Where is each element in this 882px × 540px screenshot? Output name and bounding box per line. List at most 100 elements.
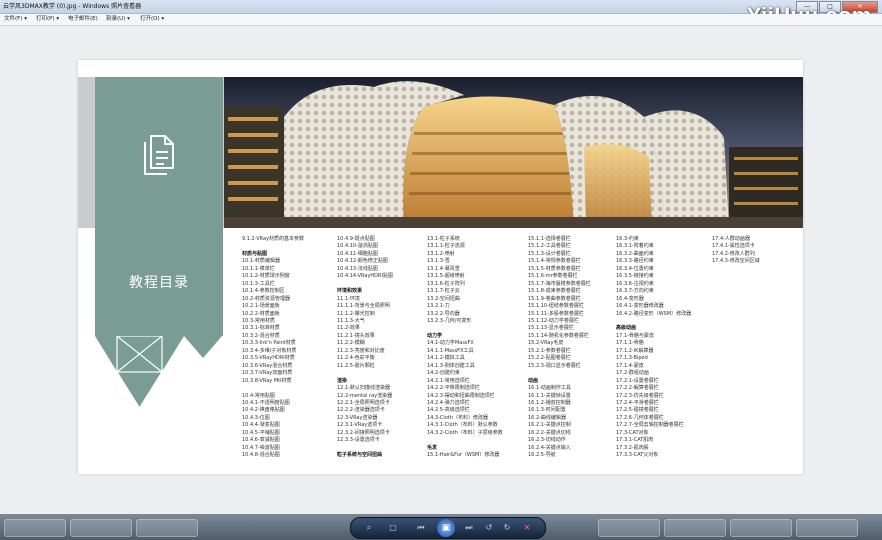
title-panel: 教程目录 xyxy=(95,77,223,336)
toc-entry: 16.4.1-变形器修改器 xyxy=(616,303,664,310)
menu-file[interactable]: 文件(F) ▾ xyxy=(4,14,27,25)
toc-entry: 15.1.8-成束参数卷展栏 xyxy=(528,288,581,295)
next-icon[interactable]: ⏭ xyxy=(463,522,475,534)
toc-entry: 10.4.10-漩涡贴图 xyxy=(337,243,378,250)
toc-entry: 10.2.1-场景面板 xyxy=(242,303,280,310)
toc-entry: 14.2.1-常用选项栏 xyxy=(427,377,470,384)
rotate-left-icon[interactable]: ↺ xyxy=(483,522,495,534)
toc-entry: 9.1.2-VRay材质的基本参数 xyxy=(242,236,305,242)
toc-entry: 17.4.3-修改空间区域 xyxy=(712,258,760,265)
menu-burn[interactable]: 刻录(U) ▾ xyxy=(106,14,130,25)
toc-entry: 15.2-VRay毛皮 xyxy=(528,340,564,347)
toc-section-heading: 高级动画 xyxy=(616,325,637,332)
menu-open[interactable]: 打开(O) ▾ xyxy=(140,14,164,25)
menu-email[interactable]: 电子邮件(E) xyxy=(68,14,98,25)
previous-icon[interactable]: ⏮ xyxy=(415,522,427,534)
toc-entry: 17.2.2-解算卷展栏 xyxy=(616,385,659,392)
taskbar-item[interactable] xyxy=(136,519,198,537)
toc-entry: 14.2.3-摆动和扭曲限制选项栏 xyxy=(427,392,495,399)
zoom-icon[interactable]: ⌕ xyxy=(363,522,375,534)
toc-entry: 17.2.7-全局剪辑控制器卷展栏 xyxy=(616,422,684,429)
toc-entry: 10.1.2-材质球示例窗 xyxy=(242,273,290,280)
toc-entry: 14.1.2-模拟工具 xyxy=(427,355,465,362)
toc-entry: 10.2.2-材质面板 xyxy=(242,310,280,317)
toc-entry: 16.2.1-关键点控制 xyxy=(528,422,571,429)
toc-entry: 15.1-Hair&Fur（WSM）修改器 xyxy=(427,452,500,459)
toc-entry: 13.2.3-几何/可变形 xyxy=(427,317,472,324)
toc-entry: 17.1.2-IK解算器 xyxy=(616,347,654,354)
toc-entry: 14.2-创建约束 xyxy=(427,370,460,377)
toc-entry: 13.1.1-粒子流源 xyxy=(427,243,465,250)
toc-entry: 13.2.2-导向器 xyxy=(427,310,460,317)
toc-entry: 13.1.5-超级喷射 xyxy=(427,273,465,280)
toc-entry: 11.1.1-背景与全局照明 xyxy=(337,303,390,310)
toc-entry: 14.3.2-Cloth（布料）子层级参数 xyxy=(427,429,503,436)
rotate-right-icon[interactable]: ↻ xyxy=(501,522,513,534)
slideshow-icon[interactable]: ▣ xyxy=(437,519,455,537)
toc-entry: 10.3.7-VRay双面材质 xyxy=(242,370,293,377)
actual-size-icon[interactable]: ▢ xyxy=(387,522,399,534)
toc-entry: 16.3.5-链接约束 xyxy=(616,273,654,280)
toc-entry: 14.1-动力学MassFX xyxy=(427,340,474,347)
taskbar-item[interactable] xyxy=(4,519,66,537)
toc-entry: 16.3.1-附着约束 xyxy=(616,243,654,250)
toc-spacer xyxy=(427,437,503,444)
toc-column: 9.1.2-VRay材质的基本参数 材质与贴图 10.1-材质编辑器 10.1.1-… xyxy=(242,236,304,460)
toc-entry: 10.3.1-标准材质 xyxy=(242,325,280,332)
taskbar-item[interactable] xyxy=(70,519,132,537)
toc-entry: 10.1.4-参数控制区 xyxy=(242,288,285,295)
toc-entry: 16.4-变形器 xyxy=(616,295,644,302)
toc-entry: 10.2-材质资源管理器 xyxy=(242,295,290,302)
toc-entry: 10.4.2-棋盘格贴图 xyxy=(242,407,285,414)
toc-entry: 15.2.2-贴图卷展栏 xyxy=(528,355,571,362)
toc-spacer xyxy=(427,325,503,332)
toc-entry: 17.3.3-CAT父对象 xyxy=(616,452,659,459)
window-title: 云学风3DMAX教学 (0).jpg - Windows 照片查看器 xyxy=(3,3,142,10)
menu-print[interactable]: 打印(P) ▾ xyxy=(36,14,59,25)
toc-entry: 11.2.2-模糊 xyxy=(337,340,365,347)
viewer-control-bar: ⌕ ▢ ⏮ ▣ ⏭ ↺ ↻ ✕ xyxy=(350,517,546,539)
toc-entry: 17.2.5-碰撞卷展栏 xyxy=(616,407,659,414)
taskbar-item[interactable] xyxy=(730,519,792,537)
toc-entry: 10.4.8-混合贴图 xyxy=(242,452,280,459)
toc-entry: 12.3.3-设置选项卡 xyxy=(337,437,380,444)
toc-entry: 17.1.1-骨骼 xyxy=(616,340,644,347)
toc-entry: 16.1.3-时间配置 xyxy=(528,407,566,414)
toc-section-heading: 粒子系统与空间扭曲 xyxy=(337,452,383,459)
taskbar-item[interactable] xyxy=(796,519,858,537)
toc-column: 17.4-人群动画器 17.4.1-属性选项卡 17.4.2-修改人群列 17.4.3… xyxy=(712,236,760,266)
toc-column: 13.1-粒子系统 13.1.1-粒子流源 13.1.2-喷射 13.1.3-雪 13.… xyxy=(427,236,503,460)
triangle-lattice-ornament xyxy=(95,336,184,408)
toc-entry: 17.3.1-CAT肌肉 xyxy=(616,437,654,444)
toc-entry: 12.2.2-渲染器选项卡 xyxy=(337,407,385,414)
toc-entry: 14.2.5-高级选项栏 xyxy=(427,407,470,414)
toc-entry: 10.4-常用贴图 xyxy=(242,392,275,399)
toc-entry: 15.2.3-视口显示卷展栏 xyxy=(528,362,581,369)
toc-entry: 15.1.6-mr参数卷展栏 xyxy=(528,273,578,280)
small-triangle-ornament xyxy=(184,336,222,358)
toc-entry: 11.2-效果 xyxy=(337,325,360,332)
toc-entry: 16.2.5-导航 xyxy=(528,452,556,459)
taskbar-item[interactable] xyxy=(598,519,660,537)
toc-entry: 13.1.7-粒子云 xyxy=(427,288,460,295)
toc-entry: 10.3.3-Ink'n Paint材质 xyxy=(242,340,296,347)
toc-entry: 11.1.2-曝光控制 xyxy=(337,310,375,317)
toc-entry: 15.1.11-多股参数卷展栏 xyxy=(528,310,584,317)
toc-entry: 10.4.6-衰减贴图 xyxy=(242,437,280,444)
toc-entry: 16.1-动画制作工具 xyxy=(528,385,571,392)
taskbar-item[interactable] xyxy=(664,519,726,537)
toc-entry: 15.1.2-工具卷展栏 xyxy=(528,243,571,250)
delete-icon[interactable]: ✕ xyxy=(521,522,533,534)
toc-column: 15.1.1-选择卷展栏 15.1.2-工具卷展栏 15.1.3-设计卷展栏 15.1… xyxy=(528,236,591,460)
toc-spacer xyxy=(242,385,304,392)
toc-entry: 16.1.1-关键帧设置 xyxy=(528,392,571,399)
toc-entry: 17.2.1-设置卷展栏 xyxy=(616,377,659,384)
hero-building-photo xyxy=(224,77,803,228)
toc-entry: 16.4.2-路径变形（WSM）修改器 xyxy=(616,310,692,317)
toc-entry: 10.3.8-VRay Mtl材质 xyxy=(242,377,292,384)
toc-entry: 16.2.3-切线动作 xyxy=(528,437,566,444)
toc-entry: 14.3.1-Cloth（布料）默认参数 xyxy=(427,422,498,429)
toc-entry: 13.2-空间扭曲 xyxy=(427,295,460,302)
toc-entry: 11.1-环境 xyxy=(337,295,360,302)
toc-entry: 17.4.1-属性选项卡 xyxy=(712,243,755,250)
